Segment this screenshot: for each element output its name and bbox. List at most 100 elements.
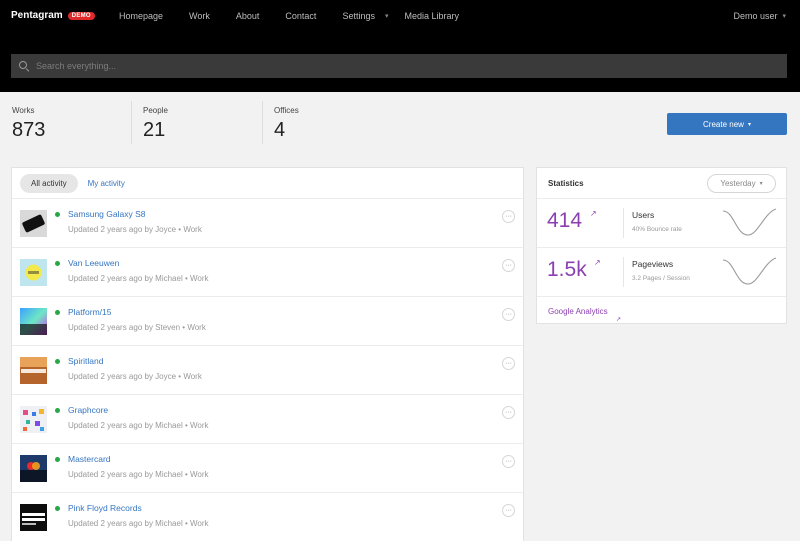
nav-item-media-library[interactable]: Media Library	[404, 11, 459, 21]
activity-meta: Updated 2 years ago by Michael • Work	[68, 470, 209, 479]
activity-meta: Updated 2 years ago by Steven • Work	[68, 323, 206, 332]
activity-row[interactable]: Mastercard Updated 2 years ago by Michae…	[12, 444, 523, 493]
activity-row[interactable]: Samsung Galaxy S8 Updated 2 years ago by…	[12, 199, 523, 248]
thumbnail-image	[20, 308, 47, 335]
nav-item-about[interactable]: About	[236, 11, 260, 21]
more-options-icon[interactable]: ···	[502, 455, 515, 468]
activity-title[interactable]: Spiritland	[68, 356, 103, 366]
create-new-label: Create new	[703, 119, 744, 129]
stat-works[interactable]: Works 873	[12, 106, 45, 142]
activity-meta: Updated 2 years ago by Michael • Work	[68, 274, 209, 283]
period-select[interactable]: Yesterday ▾	[707, 174, 776, 193]
activity-title[interactable]: Mastercard	[68, 454, 111, 464]
divider	[262, 101, 263, 144]
search-icon	[19, 61, 29, 71]
metric-sub: 40% Bounce rate	[632, 226, 682, 233]
status-dot	[55, 310, 60, 315]
activity-title[interactable]: Graphcore	[68, 405, 108, 415]
activity-row[interactable]: Platform/15 Updated 2 years ago by Steve…	[12, 297, 523, 346]
more-options-icon[interactable]: ···	[502, 210, 515, 223]
search-bar[interactable]	[11, 54, 787, 78]
nav-item-settings[interactable]: Settings	[342, 11, 375, 21]
period-value: Yesterday	[720, 179, 756, 188]
chevron-down-icon: ▾	[782, 13, 786, 20]
metric-pageviews[interactable]: 1.5k ↗ Pageviews 3.2 Pages / Session	[537, 248, 786, 297]
chevron-down-icon: ▾	[759, 181, 763, 187]
statistics-header: Statistics Yesterday ▾	[537, 168, 786, 199]
stat-offices[interactable]: Offices 4	[274, 106, 299, 142]
stats-row: Works 873 People 21 Offices 4 Create new…	[0, 92, 800, 154]
metric-users[interactable]: 414 ↗ Users 40% Bounce rate	[537, 199, 786, 248]
activity-meta: Updated 2 years ago by Joyce • Work	[68, 372, 202, 381]
more-options-icon[interactable]: ···	[502, 406, 515, 419]
user-name[interactable]: Demo user	[733, 11, 777, 21]
external-link-icon: ↗	[616, 317, 622, 323]
top-navigation-bar: Pentagram DEMO Homepage Work About Conta…	[0, 0, 800, 92]
divider	[131, 101, 132, 144]
activity-row[interactable]: Graphcore Updated 2 years ago by Michael…	[12, 395, 523, 444]
more-options-icon[interactable]: ···	[502, 259, 515, 272]
thumbnail-image	[20, 504, 47, 531]
thumbnail-image	[20, 210, 47, 237]
divider	[623, 257, 624, 287]
status-dot	[55, 359, 60, 364]
activity-title[interactable]: Samsung Galaxy S8	[68, 209, 145, 219]
arrow-up-right-icon: ↗	[590, 209, 597, 218]
create-new-button[interactable]: Create new ▾	[667, 113, 787, 135]
chevron-down-icon[interactable]: ▾	[385, 12, 389, 20]
status-dot	[55, 506, 60, 511]
stat-label: Offices	[274, 106, 299, 115]
activity-title[interactable]: Platform/15	[68, 307, 111, 317]
sparkline	[722, 208, 777, 236]
status-dot	[55, 408, 60, 413]
sparkline	[722, 257, 777, 285]
demo-badge: DEMO	[67, 11, 95, 20]
nav-item-homepage[interactable]: Homepage	[119, 11, 163, 21]
more-options-icon[interactable]: ···	[502, 504, 515, 517]
user-menu[interactable]: Demo user ▾	[733, 11, 786, 21]
nav-item-work[interactable]: Work	[189, 11, 210, 21]
metric-name: Pageviews	[632, 259, 674, 269]
main-nav: Homepage Work About Contact Settings ▾ M…	[119, 11, 485, 21]
thumbnail-image	[20, 357, 47, 384]
status-dot	[55, 212, 60, 217]
tab-all-activity[interactable]: All activity	[20, 173, 78, 193]
status-dot	[55, 457, 60, 462]
nav-item-contact[interactable]: Contact	[285, 11, 316, 21]
statistics-title: Statistics	[548, 179, 584, 188]
activity-row[interactable]: Pink Floyd Records Updated 2 years ago b…	[12, 493, 523, 541]
activity-row[interactable]: Spiritland Updated 2 years ago by Joyce …	[12, 346, 523, 395]
search-input[interactable]	[36, 61, 787, 71]
activity-meta: Updated 2 years ago by Joyce • Work	[68, 225, 202, 234]
metric-sub: 3.2 Pages / Session	[632, 275, 690, 282]
stat-label: Works	[12, 106, 35, 115]
statistics-panel: Statistics Yesterday ▾ 414 ↗ Users 40% B…	[536, 167, 787, 324]
brand-name[interactable]: Pentagram	[11, 10, 63, 21]
activity-tabs: All activity My activity	[12, 168, 523, 199]
stat-label: People	[143, 106, 168, 115]
thumbnail-image	[20, 406, 47, 433]
activity-title[interactable]: Pink Floyd Records	[68, 503, 142, 513]
stat-value: 4	[274, 119, 286, 141]
google-analytics-link[interactable]: Google Analytics	[548, 307, 608, 316]
metric-value: 1.5k	[547, 258, 587, 281]
tab-my-activity[interactable]: My activity	[88, 174, 136, 193]
thumbnail-image	[20, 455, 47, 482]
activity-title[interactable]: Van Leeuwen	[68, 258, 119, 268]
stat-value: 873	[12, 119, 46, 141]
divider	[623, 208, 624, 238]
activity-meta: Updated 2 years ago by Michael • Work	[68, 519, 209, 528]
stat-value: 21	[143, 119, 166, 141]
brand[interactable]: Pentagram DEMO	[11, 10, 95, 21]
metric-value: 414	[547, 209, 583, 232]
activity-meta: Updated 2 years ago by Michael • Work	[68, 421, 209, 430]
status-dot	[55, 261, 60, 266]
more-options-icon[interactable]: ···	[502, 357, 515, 370]
stat-people[interactable]: People 21	[143, 106, 168, 142]
more-options-icon[interactable]: ···	[502, 308, 515, 321]
activity-row[interactable]: Van Leeuwen Updated 2 years ago by Micha…	[12, 248, 523, 297]
thumbnail-image	[20, 259, 47, 286]
chevron-down-icon: ▾	[747, 121, 751, 128]
activity-panel: All activity My activity Samsung Galaxy …	[11, 167, 524, 541]
arrow-up-right-icon: ↗	[594, 258, 601, 267]
